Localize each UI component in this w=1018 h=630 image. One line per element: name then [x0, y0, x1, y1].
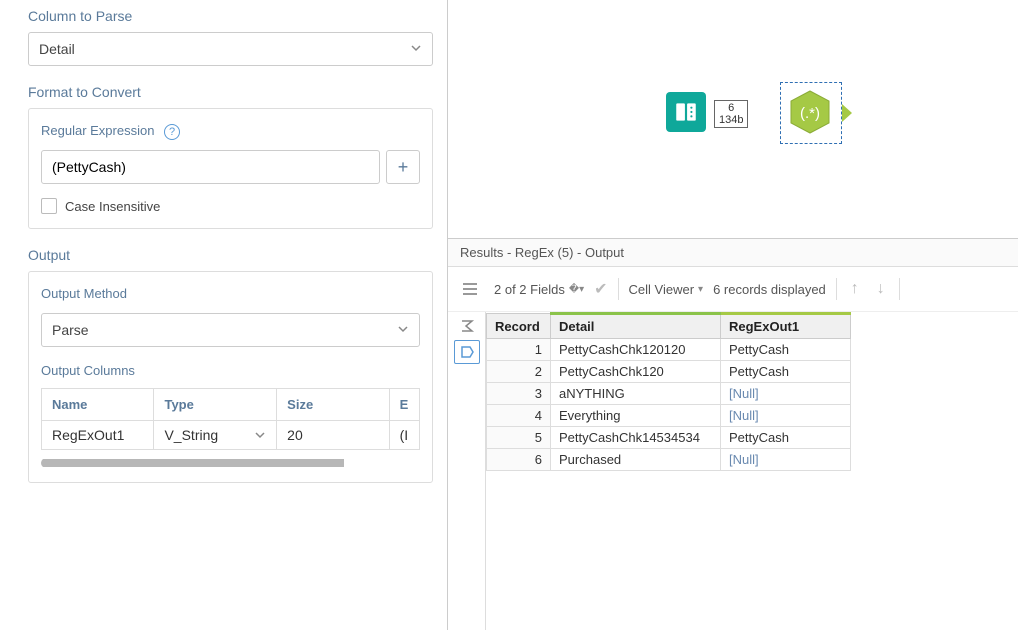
- config-panel: Column to Parse Detail Format to Convert…: [0, 0, 448, 630]
- case-insensitive-label: Case Insensitive: [65, 199, 160, 214]
- results-title: Results - RegEx (5) - Output: [448, 239, 1018, 267]
- grid-header-record[interactable]: Record: [487, 314, 551, 339]
- chevron-down-icon: [254, 429, 266, 441]
- arrow-up-button[interactable]: ↑: [847, 280, 863, 298]
- connection-badge[interactable]: 6 134b: [714, 100, 748, 128]
- separator: [618, 278, 619, 300]
- gutter-sigma-button[interactable]: [454, 314, 480, 338]
- format-group: Regular Expression ? + Case Insensitive: [28, 108, 433, 229]
- workflow-canvas[interactable]: 6 134b (.*): [448, 0, 1018, 238]
- results-gutter: [448, 312, 486, 630]
- right-panel: 6 134b (.*) Results - RegEx (5) - Output…: [448, 0, 1018, 630]
- outcol-extra[interactable]: (I: [389, 421, 419, 450]
- grid-row[interactable]: 2PettyCashChk120PettyCash: [487, 361, 851, 383]
- regex-input[interactable]: [41, 150, 380, 184]
- checkbox-icon: [41, 198, 57, 214]
- column-to-parse-value: Detail: [39, 41, 75, 57]
- format-to-convert-label: Format to Convert: [28, 84, 433, 100]
- check-icon[interactable]: ✔: [594, 279, 607, 299]
- fields-dropdown[interactable]: 2 of 2 Fields �▾: [494, 282, 584, 297]
- outcol-size[interactable]: 20: [277, 421, 389, 450]
- regex-add-button[interactable]: +: [386, 150, 420, 184]
- svg-text:(.*): (.*): [800, 105, 820, 122]
- grid-row[interactable]: 6Purchased[Null]: [487, 449, 851, 471]
- caret-down-icon: ▾: [698, 284, 703, 295]
- output-column-row[interactable]: RegExOut1 V_String 20 (I: [42, 421, 420, 450]
- results-toolbar: 2 of 2 Fields �▾ ✔ Cell Viewer ▾ 6 recor…: [448, 267, 1018, 312]
- col-header-name[interactable]: Name: [42, 389, 154, 421]
- records-displayed-text: 6 records displayed: [713, 282, 826, 297]
- grid-row[interactable]: 3aNYTHING[Null]: [487, 383, 851, 405]
- column-to-parse-select[interactable]: Detail: [28, 32, 433, 66]
- horizontal-scrollbar[interactable]: [41, 458, 420, 468]
- output-method-label: Output Method: [41, 286, 127, 301]
- conn-records: 6: [719, 102, 743, 114]
- output-group: Output Method Parse Output Columns Name …: [28, 271, 433, 483]
- book-icon: [673, 99, 699, 125]
- output-method-value: Parse: [52, 322, 89, 338]
- gutter-output-button[interactable]: [454, 340, 480, 364]
- grid-header-regex[interactable]: RegExOut1: [721, 314, 851, 339]
- chevron-down-icon: [397, 322, 409, 338]
- output-anchor-icon[interactable]: [842, 104, 852, 122]
- regex-tool-icon: (.*): [787, 89, 833, 135]
- separator: [899, 278, 900, 300]
- arrow-down-button[interactable]: ↓: [873, 280, 889, 298]
- case-insensitive-checkbox[interactable]: Case Insensitive: [41, 198, 420, 214]
- col-header-type[interactable]: Type: [154, 389, 277, 421]
- output-columns-label: Output Columns: [41, 363, 135, 378]
- col-header-extra[interactable]: E: [389, 389, 419, 421]
- separator: [836, 278, 837, 300]
- grid-row[interactable]: 1PettyCashChk120120PettyCash: [487, 339, 851, 361]
- grid-row[interactable]: 4Everything[Null]: [487, 405, 851, 427]
- chevron-down-icon: [410, 41, 422, 57]
- caret-down-icon: �▾: [569, 284, 584, 295]
- outcol-type[interactable]: V_String: [154, 421, 277, 450]
- cell-viewer-dropdown[interactable]: Cell Viewer ▾: [629, 282, 704, 297]
- conn-size: 134b: [719, 114, 743, 126]
- results-panel: Results - RegEx (5) - Output 2 of 2 Fiel…: [448, 238, 1018, 630]
- outcol-name[interactable]: RegExOut1: [42, 421, 154, 450]
- grid-row[interactable]: 5PettyCashChk14534534PettyCash: [487, 427, 851, 449]
- grid-header-detail[interactable]: Detail: [551, 314, 721, 339]
- view-list-icon[interactable]: [456, 275, 484, 303]
- output-columns-table: Name Type Size E RegExOut1 V_String 20 (…: [41, 388, 420, 450]
- regex-label: Regular Expression: [41, 123, 154, 138]
- col-header-size[interactable]: Size: [277, 389, 389, 421]
- help-icon[interactable]: ?: [164, 124, 180, 140]
- output-method-select[interactable]: Parse: [41, 313, 420, 347]
- output-label: Output: [28, 247, 433, 263]
- column-to-parse-label: Column to Parse: [28, 8, 433, 24]
- input-tool-node[interactable]: [666, 92, 706, 132]
- results-grid[interactable]: Record Detail RegExOut1 1PettyCashChk120…: [486, 312, 851, 471]
